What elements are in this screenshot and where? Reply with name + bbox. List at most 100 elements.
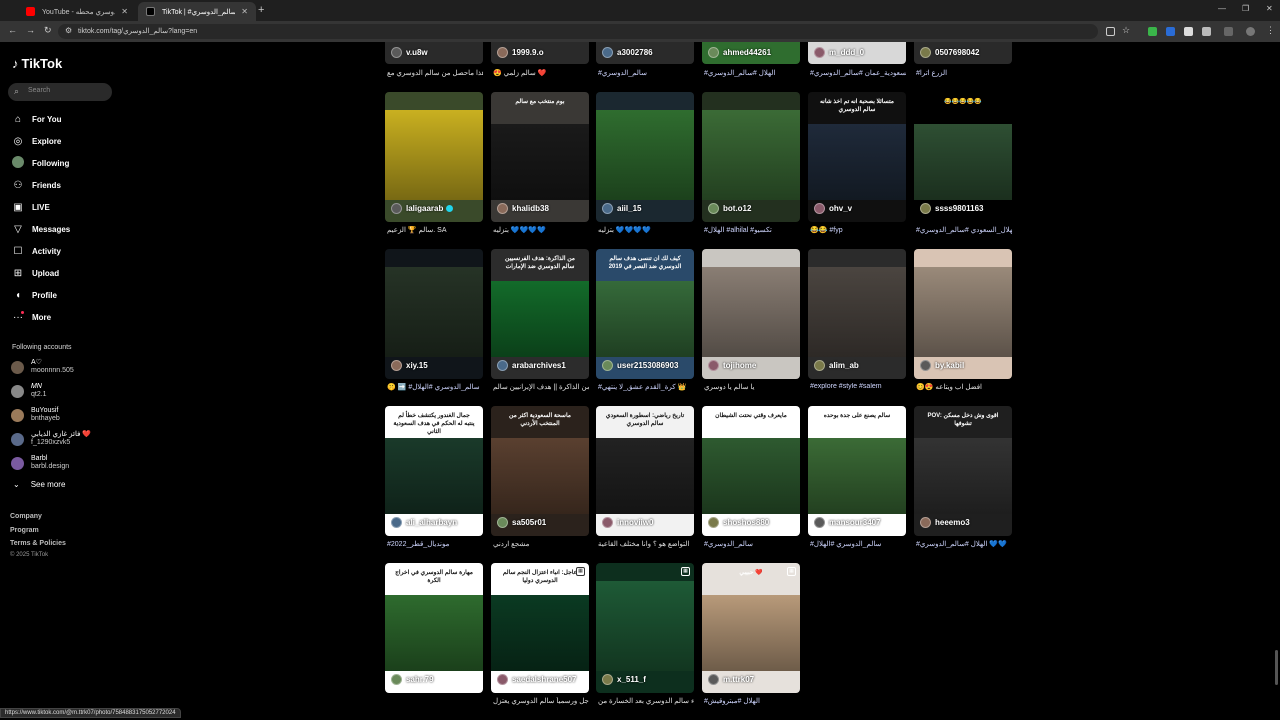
following-account[interactable]: فائز غازي الذيابي ❤️ f_1290xzvk5 — [11, 431, 91, 447]
video-card[interactable]: حبيبي ❤️ ▦ m.ttrk07 #الهلال #مبتروقيش — [702, 563, 800, 713]
video-thumbnail[interactable]: بوم منتخب مع سالم khalidb38 — [491, 92, 589, 222]
video-caption[interactable]: عاجل ورسمياً سالم الدوسري يعتزل — [493, 697, 589, 705]
profile-avatar-icon[interactable] — [1246, 27, 1255, 36]
footer-terms[interactable]: Terms & Policies — [10, 540, 66, 547]
nav-for-you[interactable]: ⌂ For You — [12, 112, 62, 126]
video-thumbnail[interactable]: POV: اقوى وش دخل مسكن تشوفها heeemo3 — [914, 406, 1012, 536]
nav-explore[interactable]: ◎ Explore — [12, 134, 62, 148]
video-card[interactable]: مهارة سالم الدوسري في اخراج الكرة sahr.79 — [385, 563, 483, 713]
video-author[interactable]: mansour3407 — [814, 517, 881, 528]
back-arrow-icon[interactable]: ← — [8, 25, 17, 35]
extensions-puzzle-icon[interactable] — [1202, 27, 1211, 36]
video-caption[interactable]: #الهلال #سالم_الدوسري — [704, 69, 800, 77]
video-author[interactable]: innoviiw0 — [602, 517, 653, 528]
nav-more[interactable]: ··· More — [12, 310, 51, 324]
cast-icon[interactable] — [1106, 27, 1115, 36]
video-card[interactable]: كيف لك ان تنسى هدف سالم الدوسري ضد النصر… — [596, 249, 694, 399]
nav-profile[interactable]: ◖ Profile — [12, 288, 57, 302]
video-author[interactable]: saedalshrane507 — [497, 674, 577, 685]
video-card[interactable]: سالم يصنع على جدة بوحده mansour3407 #سالم_… — [808, 406, 906, 556]
video-card[interactable]: 0507698042 #الزرع اترا — [914, 42, 1012, 82]
video-caption[interactable]: #الزرع اترا — [916, 69, 1012, 77]
nav-upload[interactable]: ⊞ Upload — [12, 266, 59, 280]
video-thumbnail[interactable]: ماسحة السعودية اكثر من المنتخب الأردني sa… — [491, 406, 589, 536]
video-author[interactable]: ohv_v — [814, 203, 852, 214]
video-caption[interactable]: 🤫 ➡️ #سالم_الدوسري #الهلال — [387, 383, 483, 391]
video-caption[interactable]: 😂😂 #fyp — [810, 226, 906, 234]
video-caption[interactable]: #سالم_الدوسري #الهلال — [810, 540, 906, 548]
following-account[interactable]: Barbl barbl.design — [11, 455, 69, 471]
footer-company[interactable]: Company — [10, 513, 42, 520]
minimize-icon[interactable]: — — [1218, 4, 1226, 13]
video-card[interactable]: m_ddd_0 #السعودية_عمان #سالم_الدوسري — [808, 42, 906, 82]
nav-friends[interactable]: ⚇ Friends — [12, 178, 61, 192]
video-card[interactable]: جمال الغندور يكتشف خطأ لم ينتبه له الحكم… — [385, 406, 483, 556]
video-card[interactable]: tojihome يا سالم يا دوسري — [702, 249, 800, 399]
nav-following[interactable]: Following — [12, 155, 69, 170]
following-account[interactable]: A♡ moonnnn.505 — [11, 359, 74, 375]
video-caption[interactable]: #كرة_القدم عشق_لا ينتهي 👑 — [598, 383, 694, 391]
video-thumbnail[interactable]: tojihome — [702, 249, 800, 379]
nav-live[interactable]: ▣ LIVE — [12, 200, 50, 214]
close-window-icon[interactable]: ✕ — [1266, 4, 1273, 13]
video-author[interactable]: m_ddd_0 — [814, 47, 864, 58]
video-card[interactable]: aiil_15 بتزليه 💙💙💙💙 — [596, 92, 694, 242]
video-author[interactable]: xiy.15 — [391, 360, 428, 371]
video-author[interactable]: a3002786 — [602, 47, 653, 58]
video-author[interactable]: sahr.79 — [391, 674, 434, 685]
video-caption[interactable]: #سالم_الدوسري — [598, 69, 694, 77]
video-card[interactable]: ahmed44261 #الهلال #سالم_الدوسري — [702, 42, 800, 82]
video-thumbnail[interactable]: سالم يصنع على جدة بوحده mansour3407 — [808, 406, 906, 536]
video-card[interactable]: POV: اقوى وش دخل مسكن تشوفها heeemo3 #الهل… — [914, 406, 1012, 556]
footer-program[interactable]: Program — [10, 527, 39, 534]
video-thumbnail[interactable]: مايعرف وقتي نحتت الشيطان shoshos880 — [702, 406, 800, 536]
extension-blue-icon[interactable] — [1166, 27, 1175, 36]
video-card[interactable]: alim_ab #explore #style #salem — [808, 249, 906, 399]
video-caption[interactable]: #السعودية_عمان #سالم_الدوسري — [810, 69, 906, 77]
video-caption[interactable]: #الهلال #مبتروقيش — [704, 697, 800, 705]
video-author[interactable]: by.kabil — [920, 360, 964, 371]
video-caption[interactable]: هذا ماحصل من سالم الدوسري مع — [387, 69, 483, 77]
video-author[interactable]: shoshos880 — [708, 517, 769, 528]
browser-tab-youtube[interactable]: YouTube - سالم الدوسري محطه ✕ — [18, 2, 136, 21]
video-thumbnail[interactable]: عاجل: انباء اعتزال النجم سالم الدوسري دو… — [491, 563, 589, 693]
video-author[interactable]: arabarchives1 — [497, 360, 566, 371]
video-author[interactable]: sa505r01 — [497, 517, 546, 528]
video-thumbnail[interactable]: by.kabil — [914, 249, 1012, 379]
following-account[interactable]: BuYousif bnthayeb — [11, 407, 60, 423]
video-author[interactable]: ali_alharbayn — [391, 517, 457, 528]
video-card[interactable]: xiy.15 🤫 ➡️ #سالم_الدوسري #الهلال — [385, 249, 483, 399]
search-input[interactable]: ⌕ Search — [8, 83, 112, 101]
video-author[interactable]: laligaarab — [391, 203, 454, 214]
video-author[interactable]: 0507698042 — [920, 47, 980, 58]
video-card[interactable]: laligaarab سالم 🏆 الزعيم. SA — [385, 92, 483, 242]
video-thumbnail[interactable]: متسائلا بصحبة انه تم اخذ شانه سالم الدوس… — [808, 92, 906, 222]
video-caption[interactable]: #الهلال #سالم_الدوسري 💙💙 — [916, 540, 1012, 548]
video-caption[interactable]: #الهلال #alhilal #تكسيو — [704, 226, 800, 234]
video-thumbnail[interactable]: كيف لك ان تنسى هدف سالم الدوسري ضد النصر… — [596, 249, 694, 379]
video-thumbnail[interactable]: مهارة سالم الدوسري في اخراج الكرة sahr.79 — [385, 563, 483, 693]
close-tab-icon[interactable]: ✕ — [121, 7, 128, 16]
video-caption[interactable]: من الذاكرة || هدف الإيرانيين سالم — [493, 383, 589, 391]
video-author[interactable]: x_511_f — [602, 674, 646, 685]
video-author[interactable]: heeemo3 — [920, 517, 970, 528]
tiktok-logo[interactable]: ♪ TikTok — [12, 56, 62, 71]
following-account[interactable]: 𝑀𝑁 qt2.1 — [11, 383, 47, 399]
video-author[interactable]: tojihome — [708, 360, 756, 371]
video-caption[interactable]: 😍 سالم زلمي ❤️ — [493, 69, 589, 77]
new-tab-plus-icon[interactable]: + — [258, 4, 264, 16]
video-caption[interactable]: مشجع اردني — [493, 540, 589, 548]
extension-shield-icon[interactable] — [1148, 27, 1157, 36]
page-scrollbar[interactable] — [1275, 650, 1278, 685]
video-author[interactable]: 1999.9.o — [497, 47, 544, 58]
video-card[interactable]: by.kabil 😊😍 افضل اب ويتاعه — [914, 249, 1012, 399]
video-author[interactable]: alim_ab — [814, 360, 859, 371]
video-caption[interactable]: بتزليه 💙💙💙💙 — [598, 226, 694, 234]
video-thumbnail[interactable]: ▦ x_511_f — [596, 563, 694, 693]
site-info-icon[interactable]: ⚙ — [65, 26, 72, 35]
browser-tab-tiktok[interactable]: TikTok | #سالم_الدوسري ✕ — [138, 2, 256, 21]
video-card[interactable]: من الذاكرة: هدف الفرنسيين سالم الدوسري ض… — [491, 249, 589, 399]
video-caption[interactable]: 😊😍 افضل اب ويتاعه — [916, 383, 1012, 391]
video-card[interactable]: 1999.9.o 😍 سالم زلمي ❤️ — [491, 42, 589, 82]
video-thumbnail[interactable]: من الذاكرة: هدف الفرنسيين سالم الدوسري ض… — [491, 249, 589, 379]
